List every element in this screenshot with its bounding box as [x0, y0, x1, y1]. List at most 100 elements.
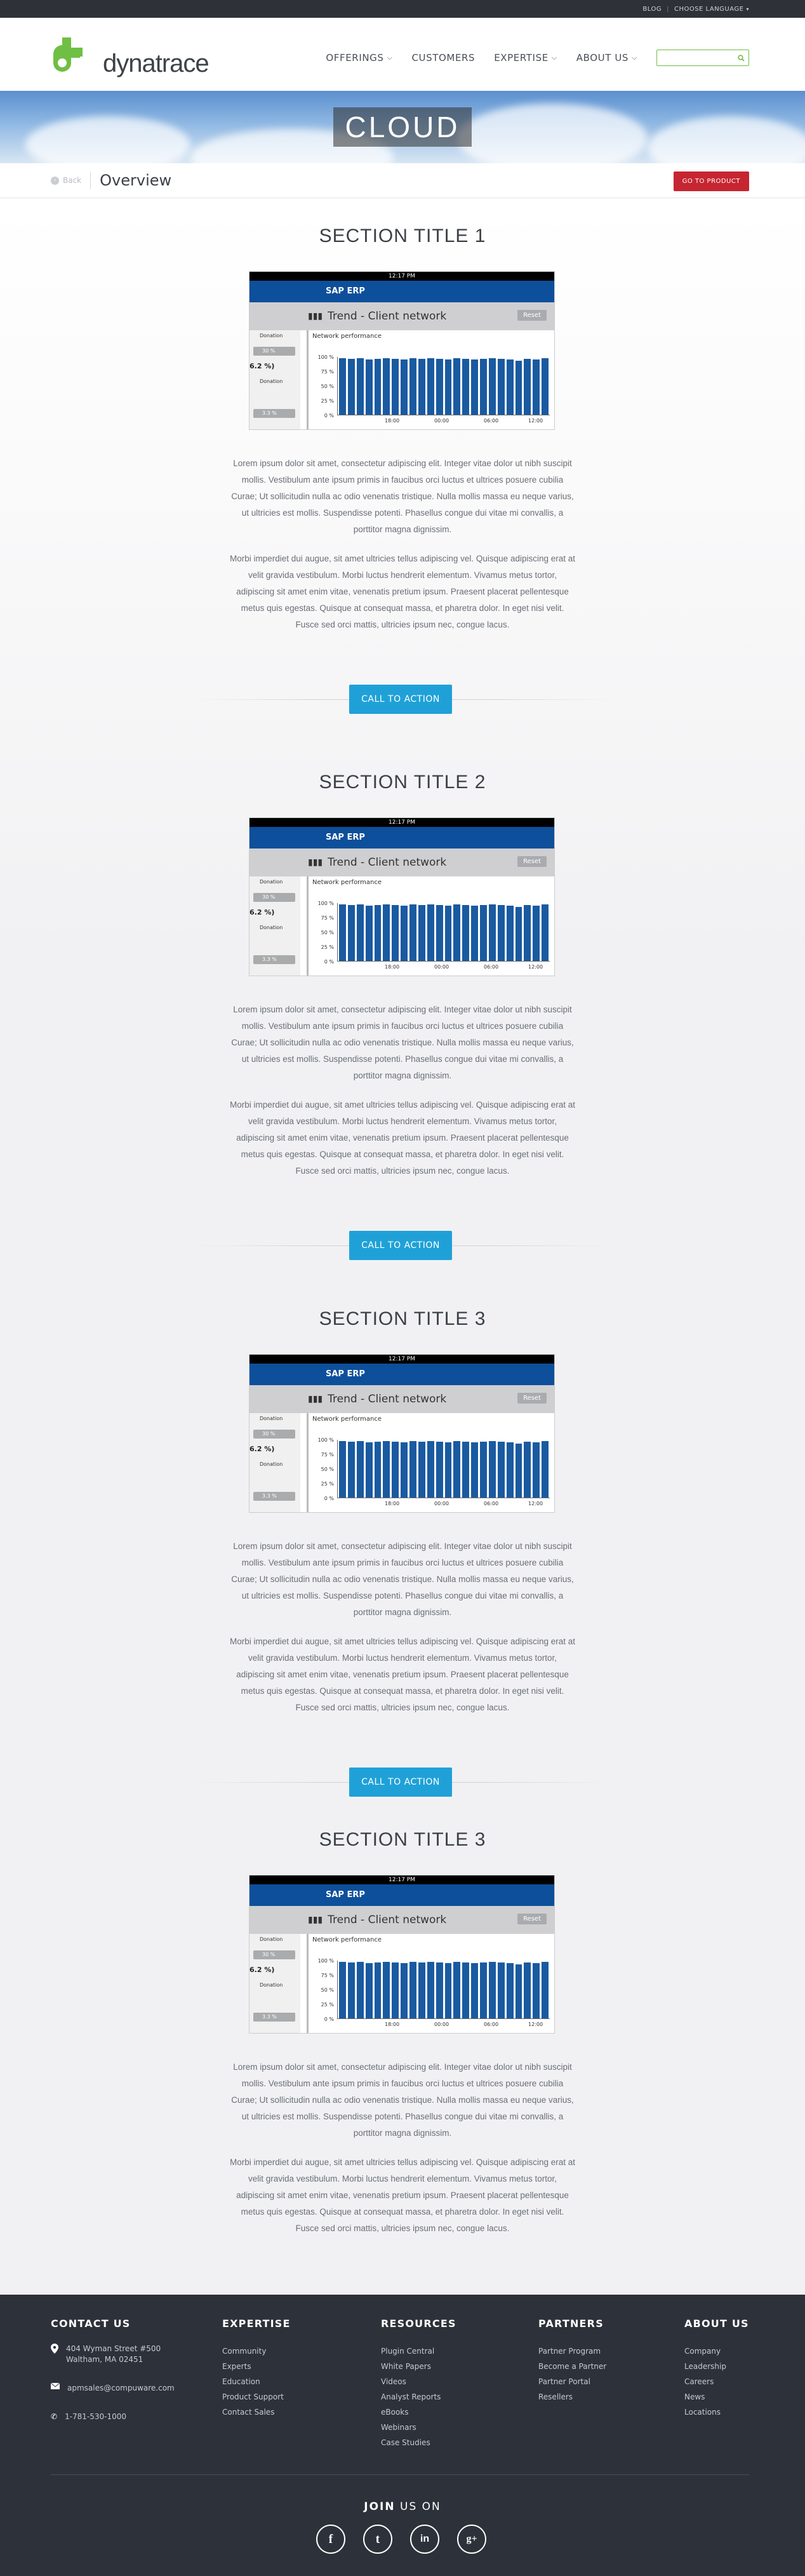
chart-bar: [488, 358, 496, 415]
chart-bar: [383, 1961, 390, 2018]
y-tick-label: 100 %: [317, 354, 334, 360]
chart-bar: [453, 904, 461, 961]
contact-phone[interactable]: ✆ 1-781-530-1000: [51, 2412, 175, 2422]
page-title: Overview: [100, 171, 172, 189]
footer-link[interactable]: Partner Program: [538, 2344, 606, 2359]
trend-header: ▮▮▮ Trend - Client network Reset: [249, 302, 554, 330]
logo[interactable]: dynatrace: [51, 34, 210, 77]
linkedin-icon[interactable]: in: [410, 2525, 439, 2554]
chart-bar: [444, 1442, 452, 1498]
bar-chart-icon: ▮▮▮: [308, 857, 323, 868]
chart-bar: [506, 359, 514, 415]
side-label: Donation: [260, 1982, 283, 1988]
search-icon[interactable]: [738, 54, 745, 62]
envelope-icon: [51, 2383, 60, 2389]
footer-heading: CONTACT US: [51, 2318, 131, 2330]
footer-heading: RESOURCES: [381, 2318, 456, 2330]
footer-link[interactable]: News: [684, 2389, 749, 2405]
app-header: SAP ERP: [249, 1364, 554, 1385]
contact-email[interactable]: apmsales@compuware.com: [51, 2383, 175, 2394]
address-line: 404 Wyman Street #500: [66, 2344, 161, 2353]
search-input[interactable]: [656, 50, 749, 66]
footer-link[interactable]: Community: [222, 2344, 291, 2359]
twitter-icon[interactable]: t: [363, 2525, 392, 2554]
footer-link[interactable]: Careers: [684, 2374, 749, 2389]
footer-link[interactable]: Company: [684, 2344, 749, 2359]
chart-bar: [497, 358, 505, 415]
main-nav: OFFERINGS ⌵ CUSTOMERS EXPERTISE ⌵ ABOUT US…: [326, 50, 749, 66]
chart-bar: [427, 904, 434, 961]
footer-link[interactable]: Partner Portal: [538, 2374, 606, 2389]
y-tick-label: 75 %: [321, 915, 334, 921]
chart-bar: [409, 904, 416, 961]
y-tick-label: 50 %: [321, 1466, 334, 1472]
x-tick-label: 00:00: [434, 418, 449, 424]
chart-bar: [497, 1441, 505, 1498]
x-tick-label: 18:00: [385, 1501, 400, 1506]
footer-link[interactable]: Webinars: [381, 2420, 456, 2435]
footer-link[interactable]: White Papers: [381, 2359, 456, 2374]
footer-link[interactable]: Locations: [684, 2405, 749, 2420]
back-label: Back: [63, 176, 82, 185]
social-links: f t in g+: [316, 2525, 486, 2554]
status-time: 12:17 PM: [249, 272, 554, 281]
chart-bar: [347, 1962, 355, 2018]
call-to-action-button[interactable]: CALL TO ACTION: [349, 1231, 452, 1260]
footer-link[interactable]: Plugin Central: [381, 2344, 456, 2359]
language-selector[interactable]: CHOOSE LANGUAGE: [674, 6, 744, 13]
chart-bar: [462, 904, 470, 961]
footer-resources: RESOURCES Plugin Central White Papers Vide…: [381, 2318, 456, 2450]
chart-bar: [418, 904, 425, 961]
chart-bar: [383, 1440, 390, 1498]
footer-link[interactable]: Resellers: [538, 2389, 606, 2405]
footer-link[interactable]: Experts: [222, 2359, 291, 2374]
chart-bar: [427, 1440, 434, 1498]
footer-link[interactable]: Videos: [381, 2374, 456, 2389]
chart-bar: [374, 358, 382, 415]
reset-button: Reset: [517, 1914, 547, 1924]
email-address: apmsales@compuware.com: [67, 2384, 175, 2392]
map-pin-icon: [51, 2344, 58, 2354]
status-time: 12:17 PM: [249, 818, 554, 827]
chart-bar: [392, 1962, 399, 2018]
chart-bar: [542, 358, 549, 415]
footer-link[interactable]: Become a Partner: [538, 2359, 606, 2374]
x-tick-label: 12:00: [528, 2022, 543, 2027]
side-pill: 3.3 %: [253, 409, 295, 418]
y-tick-label: 0 %: [324, 959, 334, 965]
go-to-product-button[interactable]: GO TO PRODUCT: [673, 171, 749, 191]
chart-bar: [524, 1962, 531, 2018]
footer-link[interactable]: Product Support: [222, 2389, 291, 2405]
chevron-down-icon: ⌵: [551, 53, 557, 62]
blog-link[interactable]: BLOG: [642, 6, 662, 13]
chart-bar: [365, 1962, 373, 2018]
address-line: Waltham, MA 02451: [66, 2355, 143, 2364]
footer-link[interactable]: Case Studies: [381, 2435, 456, 2450]
body-paragraph: Morbi imperdiet dui augue, sit amet ultr…: [229, 2157, 576, 2233]
chart-bar: [409, 358, 416, 415]
contact-address: 404 Wyman Street #500 Waltham, MA 02451: [51, 2344, 175, 2365]
nav-item-expertise[interactable]: EXPERTISE ⌵: [494, 52, 557, 64]
y-tick-label: 25 %: [321, 944, 334, 950]
facebook-icon[interactable]: f: [316, 2525, 345, 2554]
back-link[interactable]: ‹ Back: [51, 176, 81, 185]
nav-item-offerings[interactable]: OFFERINGS ⌵: [326, 52, 392, 64]
call-to-action-button[interactable]: CALL TO ACTION: [349, 1768, 452, 1797]
nav-item-customers[interactable]: CUSTOMERS: [411, 52, 475, 64]
google-plus-icon[interactable]: g+: [457, 2525, 486, 2554]
footer-link[interactable]: Contact Sales: [222, 2405, 291, 2420]
body-paragraph: Morbi imperdiet dui augue, sit amet ultr…: [229, 1100, 576, 1176]
footer-link[interactable]: Education: [222, 2374, 291, 2389]
chart-bar: [462, 358, 470, 415]
chart-bar: [356, 904, 364, 961]
chart-bar: [436, 1441, 443, 1498]
footer-about: ABOUT US Company Leadership Careers News Loc…: [684, 2318, 749, 2420]
footer-link[interactable]: Leadership: [684, 2359, 749, 2374]
footer-link[interactable]: eBooks: [381, 2405, 456, 2420]
chart-bar: [392, 358, 399, 415]
chart-bar: [339, 358, 346, 415]
footer-link[interactable]: Analyst Reports: [381, 2389, 456, 2405]
footer-expertise: EXPERTISE Community Experts Education Produ…: [222, 2318, 291, 2420]
call-to-action-button[interactable]: CALL TO ACTION: [349, 685, 452, 714]
nav-item-about[interactable]: ABOUT US ⌵: [576, 52, 637, 64]
